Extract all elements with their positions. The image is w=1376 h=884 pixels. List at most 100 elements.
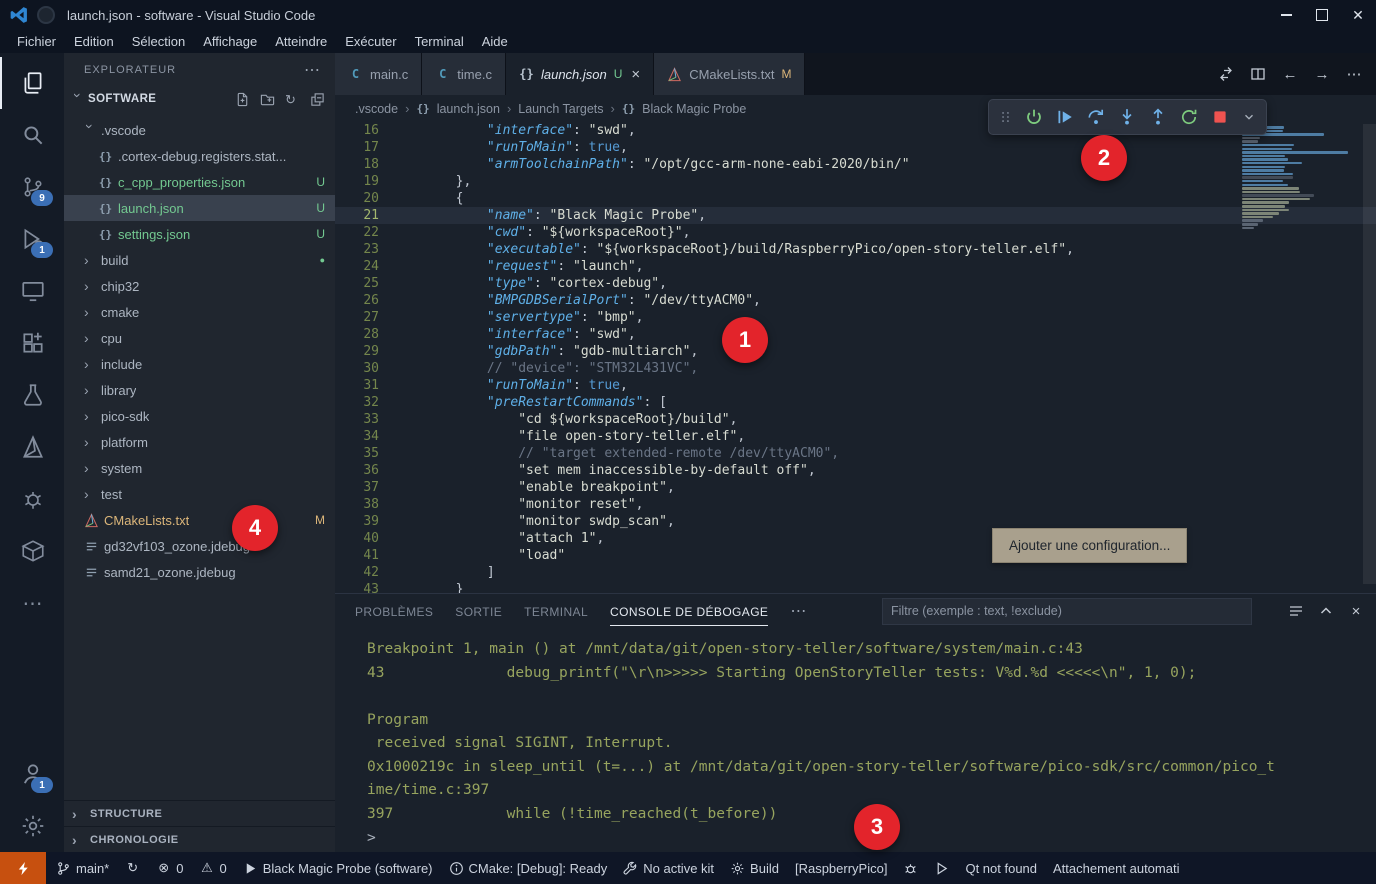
menu-terminal[interactable]: Terminal [406,32,473,51]
panel-tab-sortie[interactable]: SORTIE [455,597,502,626]
status-item-build[interactable]: Build [730,861,779,876]
tab-main-c[interactable]: Cmain.c [335,53,422,95]
panel-close-icon[interactable]: × [1348,603,1364,619]
status-item-main[interactable]: main* [56,861,109,876]
tree-item-cmake[interactable]: ›cmake [64,299,335,325]
tree-item-build[interactable]: ›build● [64,247,335,273]
panel-tab-console-de-d-bogage[interactable]: CONSOLE DE DÉBOGAGE [610,597,768,626]
tab-time-c[interactable]: Ctime.c [422,53,506,95]
restart-icon[interactable] [1180,108,1198,126]
step-over-icon[interactable] [1087,108,1105,126]
activitybar-item-cmake[interactable] [0,421,64,473]
menu-ex-cuter[interactable]: Exécuter [336,32,405,51]
tree-item-c-cpp-properties-json[interactable]: {}c_cpp_properties.jsonU [64,169,335,195]
status-item-attachement-automati[interactable]: Attachement automati [1053,861,1179,876]
tree-item-library[interactable]: ›library [64,377,335,403]
activitybar-item-files[interactable] [0,57,64,109]
forward-icon[interactable]: → [1314,66,1330,82]
tree-item-cpu[interactable]: ›cpu [64,325,335,351]
status-item-raspberrypico[interactable]: [RaspberryPico] [795,861,887,876]
tree-item-settings-json[interactable]: {}settings.jsonU [64,221,335,247]
breadcrumb-item-launch-targets[interactable]: Launch Targets [518,102,603,116]
new-folder-icon[interactable] [260,92,275,107]
minimap[interactable] [1242,126,1360,230]
editor-scrollbar[interactable] [1363,124,1376,584]
menu-affichage[interactable]: Affichage [194,32,266,51]
menu-aide[interactable]: Aide [473,32,517,51]
tree-item-vscode[interactable]: ›.vscode [64,117,335,143]
menu-atteindre[interactable]: Atteindre [266,32,336,51]
panel-more-icon[interactable]: ⋯ [790,601,806,621]
more-h-icon[interactable]: ⋯ [1346,66,1362,82]
breadcrumb-item-black-magic-probe[interactable]: Black Magic Probe [642,102,746,116]
status-item-cmake-debug-ready[interactable]: CMake: [Debug]: Ready [449,861,608,876]
step-out-icon[interactable] [1149,108,1167,126]
maximize-button[interactable] [1304,0,1340,30]
tree-item-cmakelists-txt[interactable]: CMakeLists.txtM [64,507,335,533]
tree-item-include[interactable]: ›include [64,351,335,377]
menu-edition[interactable]: Edition [65,32,123,51]
code-editor[interactable]: 16 "interface": "swd",17 "runToMain": tr… [335,122,1376,593]
activitybar-item-settings[interactable] [0,800,64,852]
panel-tab-terminal[interactable]: TERMINAL [524,597,588,626]
collapse-all-icon[interactable] [310,92,325,107]
compare-icon[interactable] [1218,66,1234,82]
activitybar-item-remote-explorer[interactable] [0,265,64,317]
tree-item-pico-sdk[interactable]: ›pico-sdk [64,403,335,429]
status-item-no-active-kit[interactable]: No active kit [623,861,714,876]
tab-cmakelists-txt[interactable]: CMakeLists.txtM [654,53,805,95]
activitybar-item-source-control[interactable]: 9 [0,161,64,213]
clear-console-icon[interactable] [1288,603,1304,619]
status-item-qt-not-found[interactable]: Qt not found [965,861,1037,876]
tree-item-chip32[interactable]: ›chip32 [64,273,335,299]
debug-console-filter-input[interactable] [882,598,1252,625]
activitybar-item-account[interactable]: 1 [0,748,64,800]
activitybar-item-package[interactable] [0,525,64,577]
status-item-bug-sm[interactable] [903,861,918,876]
menu-s-lection[interactable]: Sélection [123,32,194,51]
activitybar-item-test-beaker[interactable] [0,369,64,421]
status-item-0[interactable]: ⊗0 [156,861,183,876]
breadcrumb-item-vscode[interactable]: .vscode [355,102,398,116]
tab-launch-json[interactable]: {}launch.jsonU× [506,53,654,95]
split-editor-icon[interactable] [1250,66,1266,82]
activitybar-item-run-debug[interactable]: 1 [0,213,64,265]
add-configuration-button[interactable]: Ajouter une configuration... [992,528,1187,563]
stop-icon[interactable] [1211,108,1229,126]
panel-maximize-icon[interactable] [1318,603,1334,619]
section-header-chronologie[interactable]: ›CHRONOLOGIE [64,826,335,852]
tree-item-gd32vf103-ozone-jdebug[interactable]: gd32vf103_ozone.jdebug [64,533,335,559]
activitybar-item-more[interactable]: ⋯ [0,577,64,629]
tree-item-test[interactable]: ›test [64,481,335,507]
tree-item-platform[interactable]: ›platform [64,429,335,455]
minimize-button[interactable] [1268,0,1304,30]
close-button[interactable]: ✕ [1340,0,1376,30]
close-icon[interactable]: × [631,66,640,83]
tree-item-cortex-debug-registers-stat[interactable]: {}.cortex-debug.registers.stat... [64,143,335,169]
activitybar-item-search[interactable] [0,109,64,161]
explorer-more-icon[interactable]: ⋯ [304,60,321,80]
status-item-black-magic-probe-software[interactable]: Black Magic Probe (software) [243,861,433,876]
menu-fichier[interactable]: Fichier [8,32,65,51]
status-item-play[interactable] [934,861,949,876]
status-item-sync[interactable]: ↻ [125,861,140,876]
tree-item-system[interactable]: ›system [64,455,335,481]
tree-item-samd21-ozone-jdebug[interactable]: samd21_ozone.jdebug [64,559,335,585]
activitybar-item-extensions[interactable] [0,317,64,369]
activitybar-item-bug[interactable] [0,473,64,525]
new-file-icon[interactable] [235,92,250,107]
continue-icon[interactable] [1056,108,1074,126]
tree-item-launch-json[interactable]: {}launch.jsonU [64,195,335,221]
panel-tab-probl-mes[interactable]: PROBLÈMES [355,597,433,626]
status-item-0[interactable]: ⚠0 [199,861,226,876]
step-into-icon[interactable] [1118,108,1136,126]
remote-indicator[interactable] [0,852,46,884]
refresh-icon[interactable]: ↻ [285,92,300,107]
back-icon[interactable]: ← [1282,66,1298,82]
breadcrumb-item-launch-json[interactable]: launch.json [437,102,500,116]
titlebar: launch.json - software - Visual Studio C… [0,0,1376,30]
power-icon[interactable] [1025,108,1043,126]
section-header-software[interactable]: › SOFTWARE ↻ [64,87,335,111]
section-header-structure[interactable]: ›STRUCTURE [64,800,335,826]
chevron-icon[interactable] [1242,108,1256,126]
